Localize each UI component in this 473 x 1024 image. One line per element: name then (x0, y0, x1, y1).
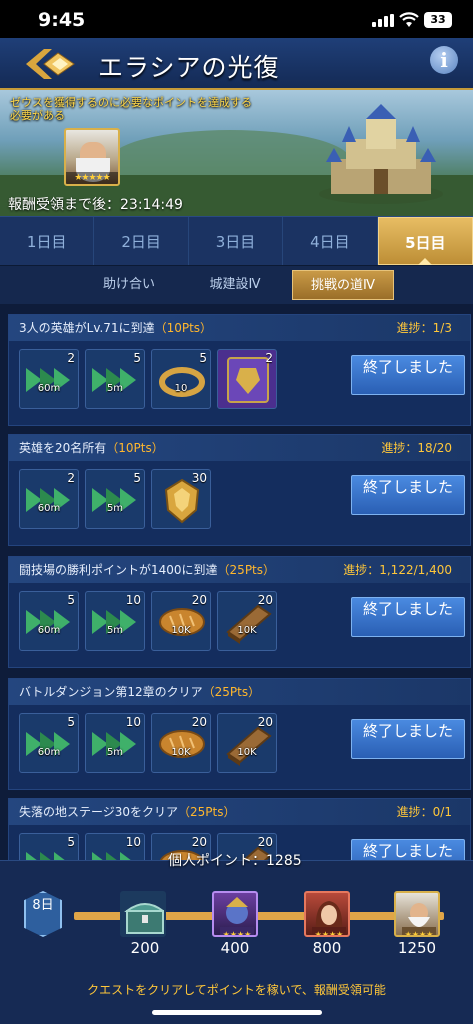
quest-points: （10Pts） (106, 441, 164, 455)
status-time: 9:45 (38, 9, 86, 31)
quest-title: 失落の地ステージ30をクリア（25Pts） (19, 805, 236, 819)
completed-button[interactable]: 終了しました (351, 597, 465, 637)
tab-day-4[interactable]: 4日目 (283, 217, 378, 265)
speedup-5m-icon[interactable]: 10 (85, 833, 145, 860)
zeus-portrait-icon[interactable]: ★★★★ (394, 891, 440, 937)
quest-progress: 進捗：0/1 (396, 805, 452, 819)
tab-castle-building[interactable]: 城建設Ⅳ (190, 270, 280, 300)
gold-emblem-icon[interactable]: 30 (151, 469, 211, 529)
wood-icon[interactable]: 10K 20 (217, 713, 277, 773)
ring-icon[interactable]: 10 5 (151, 349, 211, 409)
milestone-panel: 8日 200 ★★★★ 400 ★★★★ 800 ★★★★ 1250 クエストを… (0, 860, 473, 1024)
speedup-60m-icon[interactable]: 5 (19, 833, 79, 860)
reward-timer: 報酬受領まで後：23:14:49 (8, 194, 183, 214)
speedup-60m-icon[interactable]: 60m 5 (19, 591, 79, 651)
milestone-points: 1250 (397, 939, 437, 957)
info-icon[interactable]: i (430, 46, 458, 74)
wood-icon[interactable]: 10K 20 (217, 591, 277, 651)
quest-title: 英雄を20名所有（10Pts） (19, 441, 164, 455)
home-indicator[interactable] (152, 1010, 322, 1015)
completed-button[interactable]: 終了しました (351, 839, 465, 860)
speedup-60m-icon[interactable]: 60m 2 (19, 469, 79, 529)
hero-stars: ★★★★★ (66, 172, 118, 184)
status-bar: 9:45 33 (0, 0, 473, 38)
signal-icon (372, 14, 394, 27)
castle-icon (319, 104, 443, 204)
day-badge: 8日 (24, 891, 62, 937)
bread-icon[interactable]: 10K 20 (151, 713, 211, 773)
tab-day-2[interactable]: 2日目 (94, 217, 189, 265)
quest-progress: 進捗：1,122/1,400 (343, 563, 452, 577)
tab-mutual-aid[interactable]: 助け合い (88, 270, 170, 300)
personal-points: 個人ポイント：1285 (168, 850, 302, 870)
personal-points-label: 個人ポイント： (168, 853, 266, 869)
footer-note: クエストをクリアしてポイントを稼いで、報酬受領可能 (87, 983, 386, 997)
completed-button[interactable]: 終了しました (351, 719, 465, 759)
hero-portrait-icon[interactable]: ★★★★ (212, 891, 258, 937)
quest-title: バトルダンジョン第12章のクリア（25Pts） (19, 685, 261, 699)
quest-progress: 進捗：1/3 (396, 321, 452, 335)
quest-points: （25Pts） (217, 563, 276, 577)
speedup-60m-icon[interactable]: 60m 5 (19, 713, 79, 773)
quest-title: 3人の英雄がLv.71に到達（10Pts） (19, 321, 213, 335)
zeus-portrait-icon[interactable]: ★★★★★ (64, 128, 120, 186)
svg-text:★★★★: ★★★★ (315, 930, 344, 937)
event-banner: ゼウスを獲得するのに必要なポイントを達成する必要がある ★★★★★ 報酬受領まで… (0, 90, 473, 216)
tab-day-1[interactable]: 1日目 (0, 217, 95, 265)
battery-icon: 33 (424, 12, 452, 28)
banner-description: ゼウスを獲得するのに必要なポイントを達成する必要がある (10, 96, 252, 122)
tab-challenge-road[interactable]: 挑戦の道Ⅳ (292, 270, 394, 300)
page-title: エラシアの光復 (98, 53, 280, 82)
quest-points: （25Pts） (202, 685, 261, 699)
milestone-points: 800 (312, 939, 342, 957)
quest-card: 英雄を20名所有（10Pts） 進捗：18/20 60m 2 5m 5 30 終了し… (8, 434, 471, 546)
speedup-5m-icon[interactable]: 5m 5 (85, 469, 145, 529)
timer-value: 23:14:49 (120, 197, 183, 213)
quest-card: バトルダンジョン第12章のクリア（25Pts） 60m 5 5m 10 10K 20 … (8, 678, 471, 790)
quest-list[interactable]: 3人の英雄がLv.71に到達（10Pts） 進捗：1/3 60m 2 5m 5 10… (0, 304, 473, 860)
wifi-icon (399, 12, 419, 27)
quest-title: 闘技場の勝利ポイントが1400に到達（25Pts） (19, 563, 276, 577)
timer-label: 報酬受領まで後： (8, 197, 120, 213)
speedup-5m-icon[interactable]: 5m 5 (85, 349, 145, 409)
milestone-points: 400 (220, 939, 250, 957)
svg-text:★★★★: ★★★★ (405, 930, 434, 937)
svg-text:★★★★: ★★★★ (223, 930, 252, 937)
heroine-portrait-icon[interactable]: ★★★★ (304, 891, 350, 937)
quest-progress: 進捗：18/20 (381, 441, 452, 455)
speedup-5m-icon[interactable]: 5m 10 (85, 713, 145, 773)
tab-day-5[interactable]: 5日目 (377, 217, 473, 265)
quest-card: 3人の英雄がLv.71に到達（10Pts） 進捗：1/3 60m 2 5m 5 10… (8, 314, 471, 426)
quest-card: 闘技場の勝利ポイントが1400に到達（25Pts） 進捗：1,122/1,400… (8, 556, 471, 668)
chevron-logo-icon[interactable] (22, 45, 78, 83)
header-bar: エラシアの光復 i (0, 38, 473, 90)
tab-day-3[interactable]: 3日目 (189, 217, 284, 265)
quest-points: （10Pts） (154, 321, 213, 335)
treasure-chest-icon[interactable] (120, 891, 166, 937)
speedup-5m-icon[interactable]: 5m 10 (85, 591, 145, 651)
sub-tabs: 助け合い 城建設Ⅳ 挑戦の道Ⅳ (0, 266, 473, 304)
personal-points-value: 1285 (266, 853, 302, 869)
speedup-60m-icon[interactable]: 60m 2 (19, 349, 79, 409)
milestone-points: 200 (130, 939, 160, 957)
day-tabs: 1日目 2日目 3日目 4日目 5日目 (0, 216, 473, 266)
armor-card-icon[interactable]: 2 (217, 349, 277, 409)
completed-button[interactable]: 終了しました (351, 475, 465, 515)
completed-button[interactable]: 終了しました (351, 355, 465, 395)
quest-points: （25Pts） (178, 805, 236, 819)
bread-icon[interactable]: 10K 20 (151, 591, 211, 651)
